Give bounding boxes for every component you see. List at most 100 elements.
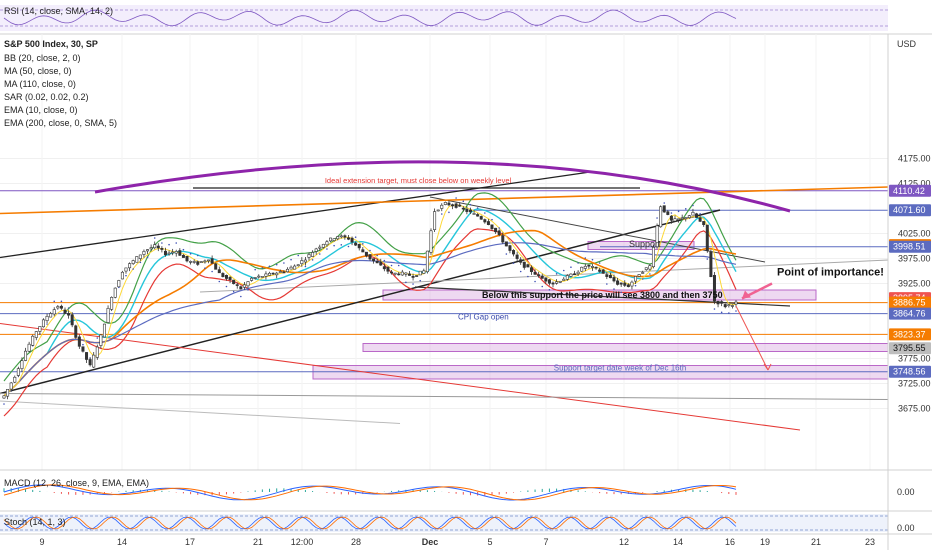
candle-body bbox=[185, 255, 189, 262]
candle bbox=[285, 267, 289, 273]
sar-dot bbox=[333, 244, 335, 247]
candle-body bbox=[314, 248, 318, 252]
sar-dot bbox=[347, 245, 350, 248]
candle bbox=[49, 311, 53, 318]
candle-body bbox=[576, 271, 580, 275]
price-label-text: 4110.42 bbox=[893, 186, 925, 196]
sar-dot bbox=[534, 280, 536, 283]
candle bbox=[526, 263, 530, 268]
sar-dot bbox=[598, 262, 601, 264]
trading-chart[interactable]: RSI (14, close, SMA, 14, 2) Ideal extens… bbox=[0, 0, 932, 550]
candle-body bbox=[590, 266, 594, 268]
sar-dot bbox=[570, 266, 572, 268]
candle-body bbox=[526, 264, 530, 268]
candle bbox=[85, 352, 89, 363]
price-tick: 3925.00 bbox=[898, 279, 931, 289]
candle-body bbox=[730, 305, 734, 307]
candle bbox=[329, 237, 333, 243]
candle-body bbox=[99, 334, 103, 346]
sar-dot bbox=[326, 248, 328, 250]
candle-body bbox=[486, 221, 490, 225]
candle-body bbox=[268, 272, 272, 276]
price-axis[interactable]: USD 4175.004125.004025.003975.003925.003… bbox=[889, 39, 931, 414]
extension-arc bbox=[94, 160, 791, 213]
sar-dot bbox=[275, 263, 278, 266]
candle-body bbox=[705, 224, 709, 251]
time-tick: 14 bbox=[673, 537, 683, 547]
candle bbox=[418, 270, 422, 276]
candle-body bbox=[34, 331, 38, 338]
sar-dot bbox=[189, 253, 192, 255]
candle-body bbox=[519, 259, 523, 263]
candle-body bbox=[422, 270, 426, 274]
candle-body bbox=[404, 272, 408, 275]
candle-body bbox=[13, 376, 17, 383]
candle bbox=[504, 241, 508, 247]
candle bbox=[6, 389, 10, 400]
candle-body bbox=[92, 354, 96, 368]
sar-dot bbox=[146, 256, 149, 259]
sar-dot bbox=[369, 249, 371, 252]
candle-body bbox=[537, 274, 541, 276]
candle-body bbox=[659, 206, 663, 228]
candle bbox=[275, 271, 279, 279]
main-price-pane[interactable]: Ideal extension target, must close below… bbox=[0, 34, 889, 470]
candle-body bbox=[468, 209, 472, 213]
time-tick: Dec bbox=[422, 537, 439, 547]
candle bbox=[77, 334, 81, 349]
candle bbox=[580, 266, 584, 272]
candle bbox=[110, 296, 114, 312]
price-label-text: 3748.56 bbox=[893, 367, 926, 377]
candle-body bbox=[311, 252, 315, 257]
candle-body bbox=[124, 267, 128, 272]
sar-dot bbox=[232, 290, 235, 293]
candle bbox=[422, 268, 426, 274]
candle-body bbox=[74, 325, 78, 338]
sar-dot bbox=[699, 213, 701, 215]
zone-3800 bbox=[362, 343, 889, 352]
candle-body bbox=[662, 205, 666, 213]
candle bbox=[601, 268, 605, 274]
price-tick: 3675.00 bbox=[898, 404, 931, 414]
candle-body bbox=[275, 272, 279, 276]
candle-body bbox=[300, 260, 304, 265]
candle bbox=[454, 202, 458, 209]
candle-body bbox=[77, 336, 81, 347]
price-tick: 3975.00 bbox=[898, 254, 931, 264]
candle bbox=[644, 267, 648, 271]
price-label-text: 3886.75 bbox=[893, 298, 926, 308]
candle-body bbox=[253, 277, 257, 279]
candle-body bbox=[698, 217, 702, 222]
candle bbox=[135, 256, 139, 263]
candle-body bbox=[354, 242, 358, 246]
candle-body bbox=[573, 273, 577, 276]
sar-dot bbox=[254, 268, 256, 271]
candle-body bbox=[27, 343, 31, 352]
candle bbox=[486, 219, 490, 226]
time-axis[interactable]: 9 14 17 21 12:00 28 Dec 5 7 12 14 16 19 21 23 bbox=[39, 537, 875, 547]
sar-dot bbox=[204, 267, 206, 269]
candle-body bbox=[529, 267, 533, 272]
sar-dot bbox=[46, 323, 48, 325]
sar-dot bbox=[677, 210, 680, 213]
candle-body bbox=[167, 252, 171, 255]
candle-body bbox=[131, 260, 135, 264]
candle bbox=[296, 264, 300, 267]
candle-body bbox=[85, 352, 89, 360]
candle-body bbox=[400, 271, 404, 276]
candle bbox=[70, 312, 74, 328]
candle-body bbox=[626, 284, 630, 288]
sar-dot bbox=[297, 254, 300, 257]
price-label: 3795.55 bbox=[889, 342, 931, 355]
candle-body bbox=[45, 315, 49, 321]
sar-dot bbox=[476, 207, 479, 209]
candle-body bbox=[695, 213, 699, 218]
sar-dot bbox=[484, 212, 486, 214]
time-tick: 19 bbox=[760, 537, 770, 547]
sar-dot bbox=[218, 280, 221, 283]
candle-body bbox=[303, 259, 307, 263]
candle bbox=[311, 250, 315, 257]
sar-dot bbox=[168, 243, 170, 246]
candle-body bbox=[684, 217, 688, 219]
candle bbox=[45, 313, 49, 323]
